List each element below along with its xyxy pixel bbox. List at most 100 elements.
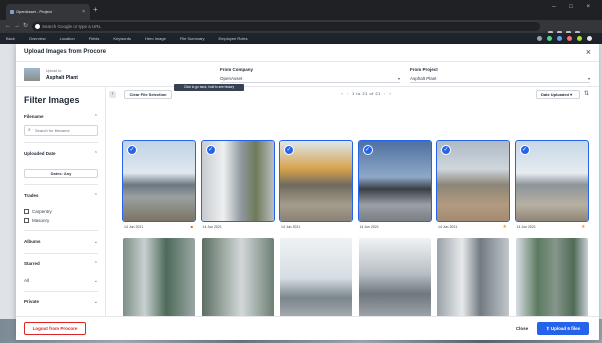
browser-tab[interactable]: OpenAsset - Project × — [6, 4, 90, 20]
image-date: 14 Jun 2021 — [281, 225, 301, 229]
tab-close-icon[interactable]: × — [82, 4, 85, 20]
image-grid: ✓ 14 Jun 2021 ■ ✓ 14 Jun 2021 ✓ 14 Jun 2021 ✓ 14… — [122, 140, 593, 321]
address-bar: ← → ↻ Search Google or type a URL — [0, 20, 602, 36]
from-company-label: From Company — [220, 67, 254, 72]
from-project-value: Asphalt Plant — [410, 76, 437, 81]
app-nav: Back Overview Location Fields Keywords Hero I… — [6, 33, 248, 44]
chevron-down-icon: ⌄ — [93, 299, 98, 305]
lock-icon[interactable]: ■ — [191, 224, 193, 229]
modal-footer: Logout from Procore Close ⇪ Upload 6 fil… — [16, 316, 599, 340]
chevron-up-icon: ⌃ — [93, 151, 98, 157]
albums-section[interactable]: Albums ⌄ — [24, 239, 98, 245]
image-thumbnail[interactable] — [280, 238, 352, 318]
image-thumbnail[interactable] — [358, 238, 431, 318]
starred-select[interactable]: All ⌄ — [24, 278, 98, 284]
filter-title: Filter Images — [24, 95, 80, 105]
from-project-select[interactable]: Asphalt Plant ▾ — [410, 74, 590, 83]
private-section[interactable]: Private ⌄ — [24, 299, 98, 305]
forward-arrow-icon[interactable]: → — [14, 21, 20, 32]
favicon-icon — [10, 10, 14, 14]
app-nav-item[interactable]: Back — [6, 33, 15, 44]
upload-files-button[interactable]: ⇪ Upload 6 files — [537, 322, 589, 335]
upload-to-value: Asphalt Plant — [46, 75, 78, 81]
chevron-up-icon: ⌃ — [93, 193, 98, 199]
check-icon[interactable]: ✓ — [441, 145, 451, 155]
next-page-button[interactable]: › — [384, 91, 386, 96]
image-date: 14 Jun 2021 — [202, 225, 222, 229]
upload-to-label: Upload to: — [46, 69, 62, 73]
star-icon[interactable]: ★ — [503, 224, 507, 230]
app-nav-item[interactable]: Overview — [29, 33, 46, 44]
sort-order-icon[interactable]: ⇅ — [584, 90, 589, 97]
trade-checkbox-masonry[interactable]: Masonry — [24, 218, 49, 223]
filename-search-input[interactable]: ⌕ Search for filename — [24, 125, 98, 136]
project-thumbnail — [24, 68, 40, 81]
extension-icons[interactable] — [544, 23, 594, 36]
app-nav-item[interactable]: Employee Roles — [219, 33, 248, 44]
browser-window: OpenAsset - Project × + – □ × ← → ↻ Sear… — [0, 0, 602, 343]
upload-modal: Upload Images from Procore × Upload to: … — [16, 44, 599, 340]
app-nav-item[interactable]: File Summary — [180, 33, 205, 44]
close-button[interactable]: Close — [510, 322, 534, 335]
trade-checkbox-carpentry[interactable]: Carpentry — [24, 209, 52, 214]
from-company-select[interactable]: OpenAsset ▾ — [220, 74, 400, 83]
starred-section[interactable]: Starred ⌃ — [24, 261, 98, 267]
url-placeholder: Search Google or type a URL — [42, 24, 102, 29]
logout-button[interactable]: Logout from Procore — [24, 322, 86, 335]
new-tab-button[interactable]: + — [93, 4, 98, 16]
back-arrow-icon[interactable]: ← — [5, 21, 11, 32]
pagination: « ‹ 1 to 21 of 21 › » — [341, 91, 392, 96]
star-icon[interactable]: ★ — [581, 224, 585, 230]
chevron-up-icon: ⌃ — [93, 261, 98, 267]
url-input[interactable]: Search Google or type a URL — [32, 22, 540, 31]
modal-title: Upload Images from Procore — [24, 49, 107, 55]
modal-header: Upload Images from Procore × — [16, 44, 599, 62]
tooltip: Click to go back, hold to see history — [174, 84, 244, 91]
window-controls[interactable]: – □ × — [552, 4, 596, 10]
uploaded-date-section[interactable]: Uploaded Date ⌃ — [24, 151, 98, 157]
check-icon[interactable]: ✓ — [205, 145, 216, 155]
app-user-icons[interactable] — [537, 36, 592, 41]
check-icon[interactable]: ✓ — [127, 145, 137, 155]
chevron-down-icon: ⌄ — [93, 239, 98, 245]
collapse-sidebar-button[interactable]: ‹ — [109, 91, 116, 98]
chevron-down-icon: ▾ — [587, 76, 590, 81]
check-icon[interactable]: ✓ — [519, 145, 530, 155]
filter-sidebar: Filter Images Filename ⌃ ⌕ Search for file… — [16, 87, 106, 317]
close-icon[interactable]: × — [586, 47, 591, 57]
first-page-button[interactable]: « — [341, 91, 344, 96]
from-company-value: OpenAsset — [220, 76, 243, 81]
image-thumbnail[interactable] — [201, 238, 274, 318]
chevron-down-icon: ▾ — [570, 92, 573, 97]
clear-selection-button[interactable]: Clear File Selection — [124, 90, 172, 99]
tab-title: OpenAsset - Project — [16, 9, 52, 14]
date-range-button[interactable]: Dates: Any — [24, 169, 98, 178]
chevron-up-icon: ⌃ — [93, 114, 98, 120]
image-thumbnail[interactable] — [437, 238, 509, 318]
trades-section[interactable]: Trades ⌃ — [24, 193, 98, 199]
app-nav-item[interactable]: Hero Image — [145, 33, 166, 44]
last-page-button[interactable]: » — [389, 91, 392, 96]
app-nav-bar: Back Overview Location Fields Keywords Hero I… — [0, 33, 602, 44]
tab-strip: OpenAsset - Project × + – □ × — [0, 0, 602, 20]
sort-select[interactable]: Date Uploaded ▾ — [536, 90, 580, 99]
image-date: 14 Jun 2021 — [124, 225, 144, 229]
image-date: 14 Jun 2021 — [516, 225, 536, 229]
image-thumbnail[interactable] — [123, 238, 195, 318]
image-date: 14 Jun 2021 — [359, 225, 379, 229]
upload-target-row: Upload to: Asphalt Plant From Company Op… — [16, 62, 599, 87]
chevron-down-icon: ▾ — [397, 76, 400, 81]
image-date: 14 Jun 2021 — [438, 225, 458, 229]
image-thumbnail[interactable] — [515, 238, 588, 318]
prev-page-button[interactable]: ‹ — [347, 91, 349, 96]
app-nav-item[interactable]: Keywords — [113, 33, 131, 44]
check-icon[interactable]: ✓ — [362, 145, 373, 155]
chevron-down-icon: ⌄ — [93, 278, 98, 284]
search-icon: ⌕ — [28, 127, 31, 133]
app-nav-item[interactable]: Fields — [89, 33, 100, 44]
app-nav-item[interactable]: Location — [60, 33, 75, 44]
reload-icon[interactable]: ↻ — [23, 21, 28, 32]
filename-section[interactable]: Filename ⌃ — [24, 114, 98, 120]
upload-icon: ⇪ — [545, 326, 550, 331]
check-icon[interactable]: ✓ — [284, 145, 294, 155]
